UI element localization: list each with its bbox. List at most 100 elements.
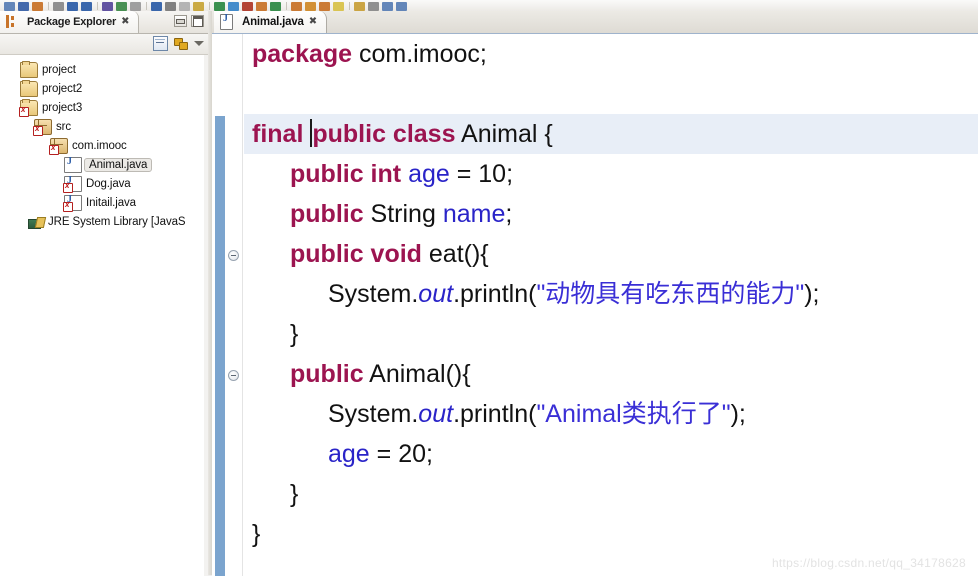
tab-package-explorer[interactable]: Package Explorer ✖ (0, 11, 139, 33)
code-line[interactable]: public String name; (244, 194, 978, 234)
code-token-plain: com.imooc; (352, 40, 487, 68)
maximize-icon[interactable] (191, 15, 204, 27)
toolbar-icon[interactable] (333, 2, 344, 11)
code-line[interactable]: final public class Animal { (244, 114, 978, 154)
editor-tab-label: Animal.java (242, 16, 304, 28)
tree-item-label: project (42, 63, 76, 76)
java-editor: Animal.java ✖ package com.imooc; final pu… (212, 11, 978, 576)
toolbar-icon[interactable] (151, 2, 162, 11)
code-line[interactable]: age = 20; (244, 434, 978, 474)
close-icon[interactable]: ✖ (121, 17, 129, 27)
code-token-plain: } (252, 520, 261, 548)
toolbar-icon[interactable] (291, 2, 302, 11)
error-badge-icon (63, 200, 73, 212)
code-line[interactable]: public Animal(){ (244, 354, 978, 394)
changed-lines-bar (215, 116, 225, 576)
code-line[interactable]: public void eat(){ (244, 234, 978, 274)
java-file-error-icon (63, 175, 82, 193)
code-area[interactable]: package com.imooc; final public class Ani… (244, 34, 978, 576)
project-tree[interactable]: project project2 project3 src com.imooc Anima… (0, 55, 208, 231)
toolbar-icon-group[interactable] (0, 0, 978, 11)
toolbar-icon[interactable] (270, 2, 281, 11)
toolbar-icon[interactable] (305, 2, 316, 11)
fold-collapse-icon[interactable] (228, 370, 239, 381)
code-line[interactable]: System.out.println("Animal类执行了"); (244, 394, 978, 434)
code-token-plain: .println( (453, 280, 537, 308)
link-with-editor-icon[interactable] (174, 37, 188, 50)
toolbar-icon[interactable] (165, 2, 176, 11)
code-token-kw: final (252, 120, 304, 148)
code-token-plain: Animal(){ (363, 360, 471, 388)
code-line[interactable]: } (244, 514, 978, 554)
toolbar-separator (286, 2, 287, 10)
package-explorer-body[interactable]: project project2 project3 src com.imooc Anima… (0, 55, 208, 576)
tree-item-project2[interactable]: project2 (0, 79, 208, 98)
code-line[interactable]: } (244, 314, 978, 354)
tree-item-label: Dog.java (86, 177, 131, 190)
toolbar-icon[interactable] (67, 2, 78, 11)
code-token-kw: public int (290, 160, 402, 188)
java-file-error-icon (63, 194, 82, 212)
toolbar-separator (97, 2, 98, 10)
code-line[interactable]: } (244, 474, 978, 514)
toolbar-icon[interactable] (116, 2, 127, 11)
fold-collapse-icon[interactable] (228, 250, 239, 261)
view-menu-icon[interactable] (194, 41, 204, 46)
toolbar-icon[interactable] (130, 2, 141, 11)
toolbar-icon[interactable] (4, 2, 15, 11)
toolbar-icon[interactable] (228, 2, 239, 11)
code-token-kw: public class (312, 120, 456, 148)
project-folder-icon (20, 60, 38, 78)
toolbar-icon[interactable] (102, 2, 113, 11)
toolbar-icon[interactable] (396, 2, 407, 11)
tree-item-project[interactable]: project (0, 60, 208, 79)
collapse-all-icon[interactable] (153, 36, 168, 51)
toolbar-icon[interactable] (382, 2, 393, 11)
change-ruler (215, 34, 225, 576)
view-window-buttons (174, 15, 204, 27)
minimize-icon[interactable] (174, 15, 187, 27)
toolbar-icon[interactable] (256, 2, 267, 11)
code-token-str: "动物具有吃东西的能力" (536, 280, 805, 308)
toolbar-icon[interactable] (319, 2, 330, 11)
toolbar-icon[interactable] (179, 2, 190, 11)
code-line[interactable]: package com.imooc; (244, 34, 978, 74)
code-line[interactable] (244, 74, 978, 114)
toolbar-icon[interactable] (214, 2, 225, 11)
tree-item-dog-java[interactable]: Dog.java (0, 174, 208, 193)
code-token-plain: ); (804, 280, 820, 308)
java-file-icon (220, 13, 233, 30)
eclipse-window: Package Explorer ✖ projectproject2projec… (0, 0, 978, 576)
tree-item-label: Initail.java (86, 196, 136, 209)
editor-body[interactable]: package com.imooc; final public class Ani… (212, 34, 978, 576)
toolbar-icon[interactable] (32, 2, 43, 11)
code-token-kw: package (252, 40, 353, 68)
tab-animal-java[interactable]: Animal.java ✖ (214, 11, 328, 33)
toolbar-icon[interactable] (354, 2, 365, 11)
code-line[interactable]: public int age = 10; (244, 154, 978, 194)
toolbar-icon[interactable] (368, 2, 379, 11)
editor-tab-row: Animal.java ✖ (212, 11, 978, 34)
toolbar-icon[interactable] (242, 2, 253, 11)
code-line[interactable]: System.out.println("动物具有吃东西的能力"); (244, 274, 978, 314)
tree-item-label: project2 (42, 82, 83, 95)
tree-item-jre-system-library-javas[interactable]: JRE System Library [JavaS (0, 212, 208, 231)
code-token-str: "Animal类执行了" (536, 400, 731, 428)
code-token-plain: ); (730, 400, 746, 428)
tree-item-com-imooc[interactable]: com.imooc (0, 136, 208, 155)
toolbar-separator (48, 2, 49, 10)
tree-item-label: Animal.java (84, 157, 153, 172)
toolbar-icon[interactable] (81, 2, 92, 11)
project-folder-icon (20, 79, 38, 97)
close-icon[interactable]: ✖ (309, 17, 317, 27)
toolbar-icon[interactable] (18, 2, 29, 11)
folding-ruler[interactable] (226, 34, 243, 576)
tree-item-project3[interactable]: project3 (0, 98, 208, 117)
toolbar-icon[interactable] (193, 2, 204, 11)
tree-item-initail-java[interactable]: Initail.java (0, 193, 208, 212)
tree-item-label: src (56, 120, 72, 133)
tree-item-src[interactable]: src (0, 117, 208, 136)
tree-item-animal-java[interactable]: Animal.java (0, 155, 208, 174)
toolbar-icon[interactable] (53, 2, 64, 11)
package-explorer-icon (6, 15, 18, 29)
